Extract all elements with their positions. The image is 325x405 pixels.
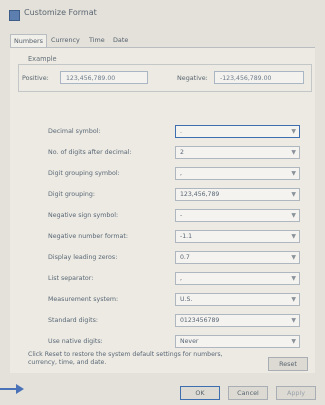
digits-after-decimal-label: No. of digits after decimal: xyxy=(48,149,132,156)
measurement-system-combo[interactable]: U.S. ▼ xyxy=(175,293,300,306)
negative-sign-symbol-value: - xyxy=(180,212,183,219)
native-digits-label: Use native digits: xyxy=(48,338,103,345)
native-digits-value: Never xyxy=(180,338,199,345)
chevron-down-icon: ▼ xyxy=(291,170,296,177)
example-heading: Example xyxy=(28,55,57,63)
cancel-button[interactable]: Cancel xyxy=(228,386,268,400)
digits-after-decimal-value: 2 xyxy=(180,149,184,156)
negative-example-field: -123,456,789.00 xyxy=(214,71,304,84)
app-icon xyxy=(9,10,20,21)
standard-digits-combo[interactable]: 0123456789 ▼ xyxy=(175,314,300,327)
negative-sign-symbol-label: Negative sign symbol: xyxy=(48,212,119,219)
window-title: Customize Format xyxy=(24,8,97,17)
ok-button[interactable]: OK xyxy=(180,386,220,400)
tab-time[interactable]: Time xyxy=(86,34,108,47)
standard-digits-value: 0123456789 xyxy=(180,317,220,324)
chevron-down-icon: ▼ xyxy=(291,275,296,282)
digit-grouping-symbol-label: Digit grouping symbol: xyxy=(48,170,120,177)
chevron-down-icon: ▼ xyxy=(291,254,296,261)
decimal-symbol-value: . xyxy=(180,128,182,135)
digit-grouping-combo[interactable]: 123,456,789 ▼ xyxy=(175,188,300,201)
negative-label: Negative: xyxy=(177,74,208,82)
measurement-system-value: U.S. xyxy=(180,296,193,303)
list-separator-combo[interactable]: , ▼ xyxy=(175,272,300,285)
chevron-down-icon: ▼ xyxy=(291,212,296,219)
pointer-arrow-icon xyxy=(0,384,24,394)
negative-number-format-value: -1.1 xyxy=(180,233,193,240)
chevron-down-icon: ▼ xyxy=(291,233,296,240)
tab-date[interactable]: Date xyxy=(110,34,131,47)
leading-zeros-value: 0.7 xyxy=(180,254,190,261)
negative-number-format-combo[interactable]: -1.1 ▼ xyxy=(175,230,300,243)
native-digits-combo[interactable]: Never ▼ xyxy=(175,335,300,348)
decimal-symbol-combo[interactable]: . ▼ xyxy=(175,125,300,138)
chevron-down-icon: ▼ xyxy=(291,191,296,198)
apply-button[interactable]: Apply xyxy=(276,386,316,400)
negative-number-format-label: Negative number format: xyxy=(48,233,128,240)
digit-grouping-value: 123,456,789 xyxy=(180,191,220,198)
title-bar: Customize Format xyxy=(0,6,325,24)
reset-hint-text: Click Reset to restore the system defaul… xyxy=(28,351,223,366)
list-separator-label: List separator: xyxy=(48,275,94,282)
chevron-down-icon: ▼ xyxy=(291,149,296,156)
standard-digits-label: Standard digits: xyxy=(48,317,99,324)
digit-grouping-label: Digit grouping: xyxy=(48,191,95,198)
digit-grouping-symbol-combo[interactable]: , ▼ xyxy=(175,167,300,180)
positive-example-field: 123,456,789.00 xyxy=(60,71,148,84)
leading-zeros-label: Display leading zeros: xyxy=(48,254,118,261)
chevron-down-icon: ▼ xyxy=(291,338,296,345)
negative-sign-symbol-combo[interactable]: - ▼ xyxy=(175,209,300,222)
decimal-symbol-label: Decimal symbol: xyxy=(48,128,101,135)
chevron-down-icon: ▼ xyxy=(291,317,296,324)
measurement-system-label: Measurement system: xyxy=(48,296,119,303)
positive-label: Positive: xyxy=(22,74,49,82)
leading-zeros-combo[interactable]: 0.7 ▼ xyxy=(175,251,300,264)
chevron-down-icon: ▼ xyxy=(291,128,296,135)
tab-numbers[interactable]: Numbers xyxy=(10,34,48,48)
reset-button[interactable]: Reset xyxy=(268,357,308,371)
digit-grouping-symbol-value: , xyxy=(180,170,182,177)
chevron-down-icon: ▼ xyxy=(291,296,296,303)
list-separator-value: , xyxy=(180,275,182,282)
tab-currency[interactable]: Currency xyxy=(48,34,83,47)
digits-after-decimal-combo[interactable]: 2 ▼ xyxy=(175,146,300,159)
